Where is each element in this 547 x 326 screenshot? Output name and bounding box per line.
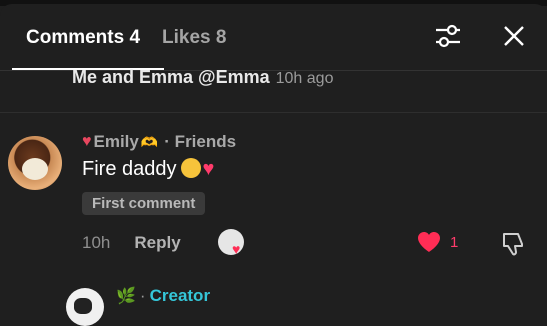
tab-likes[interactable]: Likes 8 — [162, 27, 226, 49]
comment-text: Fire daddy — [82, 158, 177, 180]
comment-relation: · Friends — [164, 132, 237, 151]
heart-emoji-icon: ♥ — [202, 158, 215, 180]
heart-icon: ♥ — [232, 241, 241, 257]
first-comment-badge: First comment — [82, 192, 206, 215]
sliders-icon — [436, 24, 460, 48]
comment-time: 10h — [82, 233, 111, 252]
heart-emoji-icon: ♥ — [82, 133, 92, 150]
previous-reply-time: 10h ago — [275, 70, 334, 87]
liked-by-creator-avatar: ♥ — [218, 229, 244, 257]
avatar-image — [22, 158, 48, 180]
previous-reply: Me and Emma @Emma 10h ago — [72, 67, 333, 88]
leaf-emoji-icon: 🌿 — [116, 288, 136, 305]
like-button[interactable]: 1 — [416, 230, 458, 254]
reply-button[interactable]: Reply — [134, 233, 180, 253]
close-icon — [504, 26, 524, 46]
heart-icon — [418, 232, 440, 252]
creator-badge: Creator — [149, 286, 211, 305]
avatar[interactable] — [66, 288, 104, 326]
comment-actions: 10h Reply — [82, 233, 181, 253]
dislike-button[interactable] — [500, 231, 526, 257]
like-count: 1 — [450, 233, 459, 251]
creator-separator: · — [139, 286, 146, 305]
filter-button[interactable] — [433, 22, 463, 50]
tab-bar: Comments 4 Likes 8 — [26, 27, 226, 49]
hands-emoji-icon: 🫶 — [140, 133, 159, 150]
previous-reply-text: Me and Emma @Emma — [72, 67, 270, 87]
close-button[interactable] — [500, 22, 528, 50]
creator-row: 🌿 · Creator — [116, 286, 210, 306]
comment-body: Fire daddy ♥ — [82, 158, 214, 181]
comment-divider — [0, 112, 547, 113]
avatar[interactable] — [8, 136, 62, 190]
thumbs-down-icon — [503, 233, 523, 256]
comment-author-row: ♥ Emily 🫶 · Friends — [82, 132, 236, 152]
tab-comments[interactable]: Comments 4 — [26, 27, 140, 49]
comment-author[interactable]: Emily — [94, 132, 139, 152]
pleading-face-emoji-icon — [180, 158, 201, 178]
